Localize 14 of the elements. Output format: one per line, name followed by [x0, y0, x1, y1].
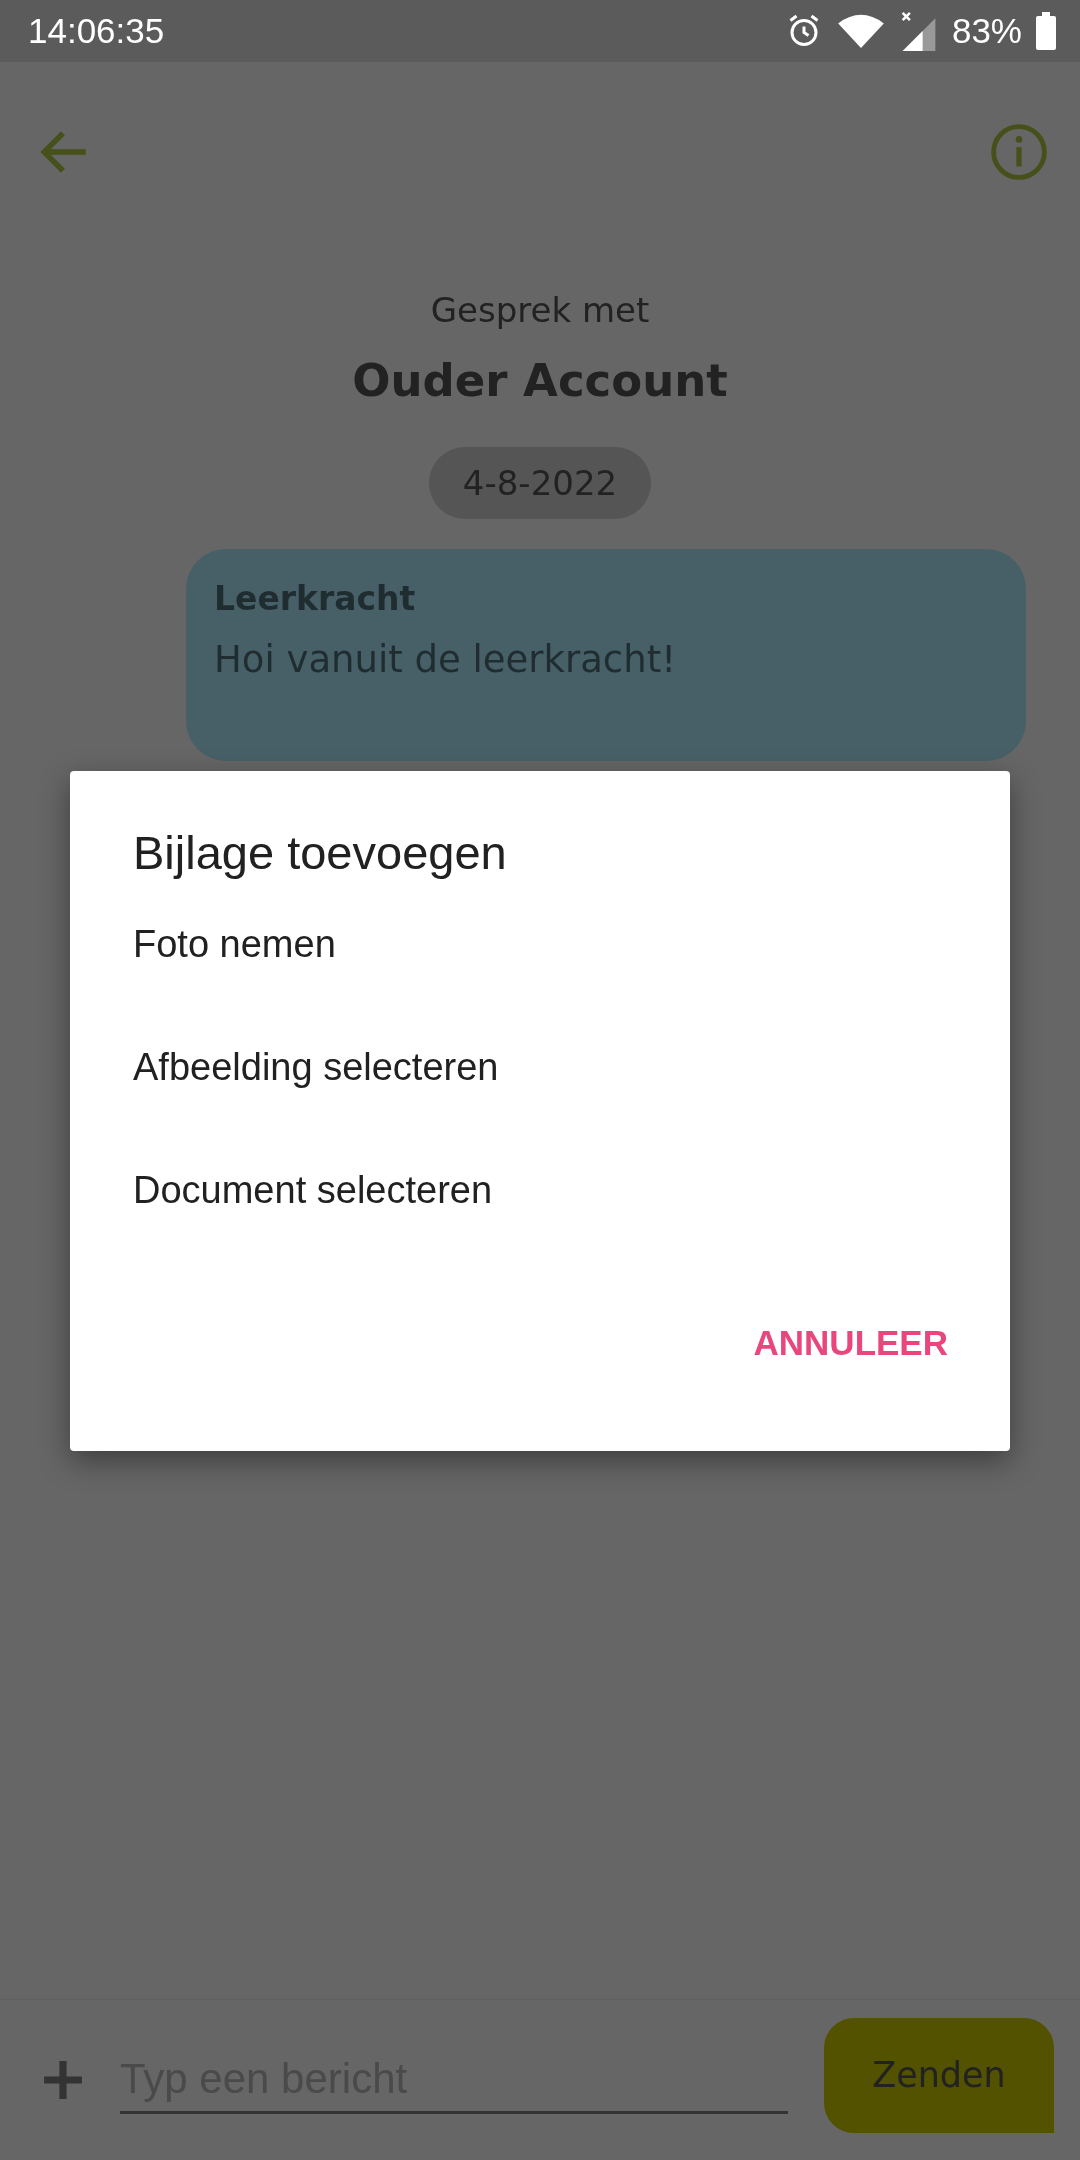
dialog-option[interactable]: Document selecteren	[70, 1132, 1010, 1249]
status-time: 14:06:35	[28, 11, 165, 51]
wifi-icon	[835, 12, 886, 50]
add-icon[interactable]	[42, 2059, 84, 2101]
signal-icon	[899, 11, 938, 51]
dialog-option[interactable]: Foto nemen	[70, 886, 1010, 1003]
info-icon[interactable]	[990, 123, 1048, 181]
battery-icon	[1036, 12, 1056, 50]
dialog-title: Bijlage toevoegen	[132, 825, 508, 880]
cancel-button[interactable]: ANNULEER	[725, 1309, 976, 1377]
conversation-subtitle: Gesprek met	[430, 290, 650, 330]
conversation-title: Ouder Account	[352, 354, 728, 407]
battery-percent: 83%	[951, 11, 1022, 51]
dialog-option[interactable]: Afbeelding selecteren	[70, 1009, 1010, 1126]
